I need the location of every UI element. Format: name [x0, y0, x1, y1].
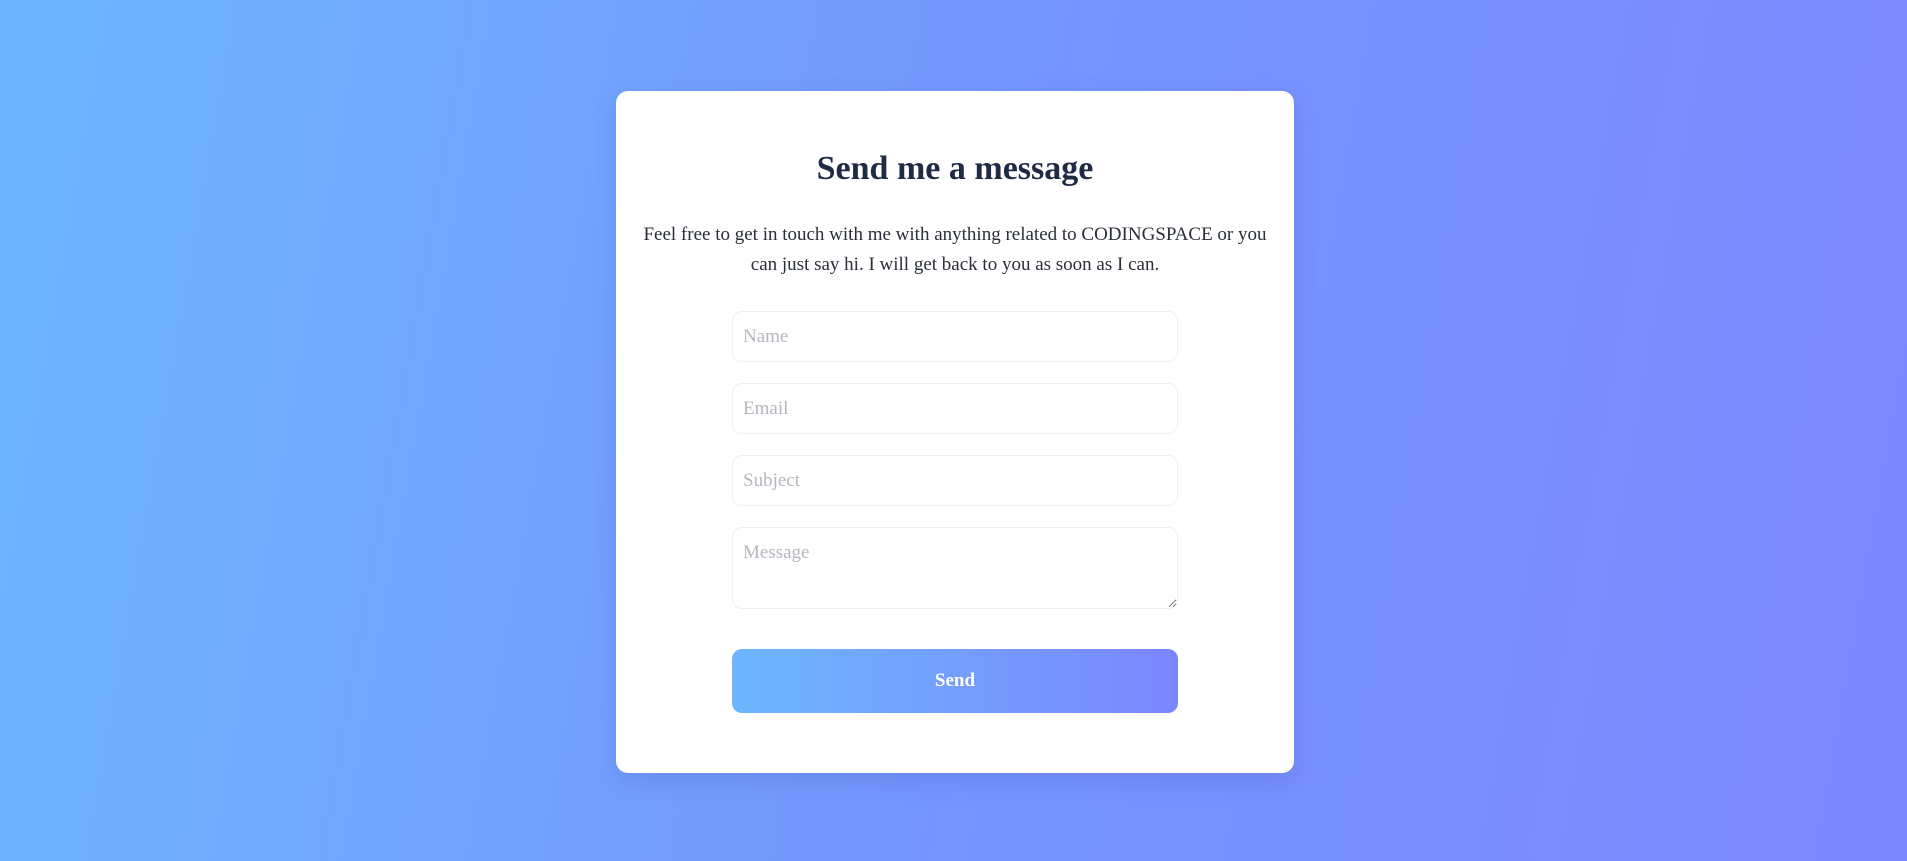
email-input[interactable]	[732, 383, 1178, 434]
contact-card: Send me a message Feel free to get in to…	[616, 91, 1294, 773]
contact-description: Feel free to get in touch with me with a…	[643, 224, 1267, 275]
contact-form: Send	[732, 311, 1178, 713]
subject-input[interactable]	[732, 455, 1178, 506]
message-textarea[interactable]	[732, 527, 1178, 609]
page-title: Send me a message	[816, 150, 1094, 187]
send-button[interactable]: Send	[732, 649, 1178, 713]
name-input[interactable]	[732, 311, 1178, 362]
